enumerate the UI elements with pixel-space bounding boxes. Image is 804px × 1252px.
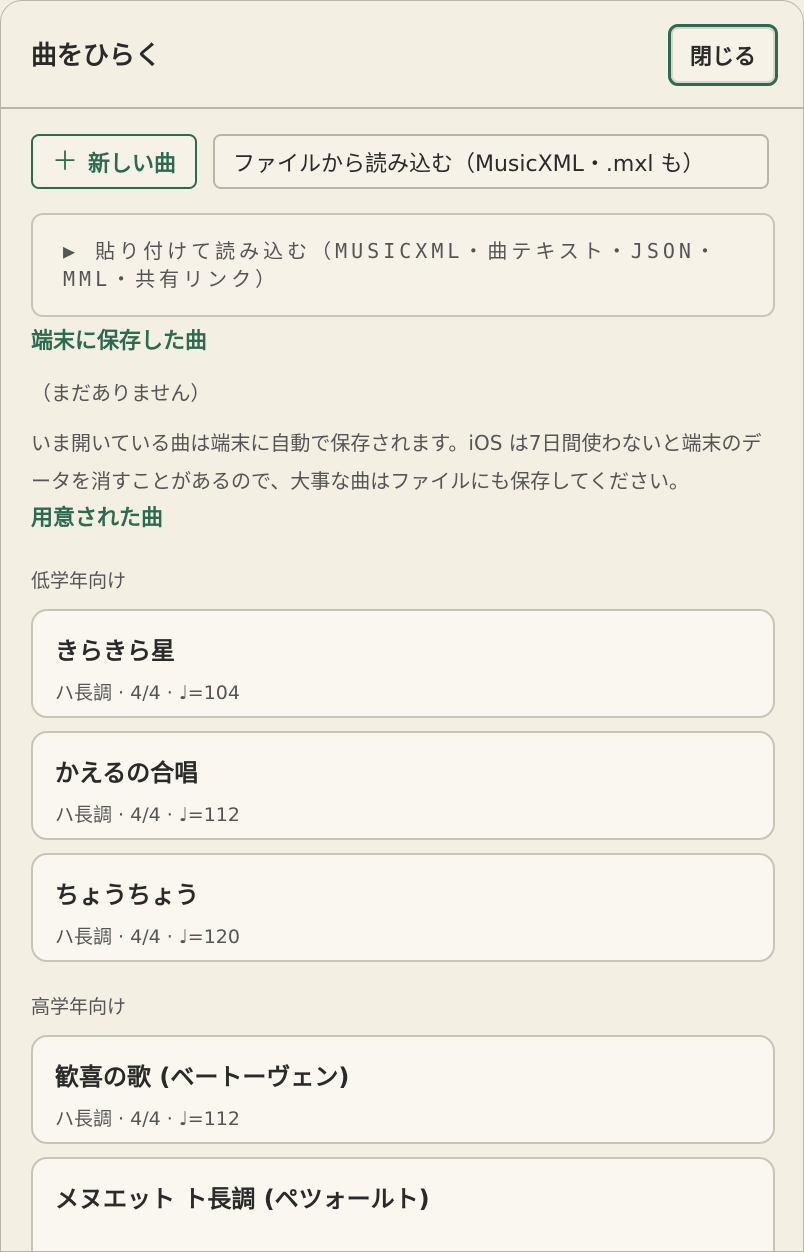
song-card-twinkle[interactable]: きらきら星 ハ長調 · 4/4 · ♩=104 xyxy=(31,609,775,718)
song-title: 歓喜の歌 (ベートーヴェン) xyxy=(55,1063,350,1091)
song-meta: ハ長調 · 4/4 · ♩=120 xyxy=(55,926,240,948)
dialog-title: 曲をひらく xyxy=(31,41,162,71)
group-label-upper: 高学年向け xyxy=(31,996,127,1018)
song-meta: ハ長調 · 4/4 · ♩=112 xyxy=(55,804,240,826)
song-card-minuet-g[interactable]: メヌエット ト長調 (ペツォールト) xyxy=(31,1157,775,1251)
dialog-content: ＋ 新しい曲 ファイルから読み込む（MusicXML・.mxl も） ▶ 貼り付… xyxy=(31,134,775,1251)
saved-songs-empty: （まだありません） xyxy=(31,381,211,405)
close-button[interactable]: 閉じる xyxy=(668,24,778,86)
song-title: ちょうちょう xyxy=(55,881,199,909)
song-title: きらきら星 xyxy=(55,637,175,665)
group-label-lower: 低学年向け xyxy=(31,570,127,592)
autosave-note: いま開いている曲は端末に自動で保存されます。iOS は7日間使わないと端末のデー… xyxy=(31,431,762,493)
song-card-ode-to-joy[interactable]: 歓喜の歌 (ベートーヴェン) ハ長調 · 4/4 · ♩=112 xyxy=(31,1035,775,1144)
preset-songs-heading: 用意された曲 xyxy=(31,506,164,531)
open-song-dialog: 曲をひらく 閉じる ＋ 新しい曲 ファイルから読み込む（MusicXML・.mx… xyxy=(0,0,804,1252)
action-row: ＋ 新しい曲 ファイルから読み込む（MusicXML・.mxl も） xyxy=(31,134,775,189)
new-song-label: 新しい曲 xyxy=(88,151,177,177)
song-meta: ハ長調 · 4/4 · ♩=104 xyxy=(55,682,240,704)
dialog-header: 曲をひらく 閉じる xyxy=(1,1,803,109)
song-title: メヌエット ト長調 (ペツォールト) xyxy=(55,1185,430,1213)
song-meta: ハ長調 · 4/4 · ♩=112 xyxy=(55,1108,240,1130)
saved-songs-heading: 端末に保存した曲 xyxy=(31,329,208,354)
paste-import-toggle[interactable]: ▶ 貼り付けて読み込む（MUSICXML・曲テキスト・JSON・MML・共有リン… xyxy=(31,213,775,317)
plus-icon: ＋ xyxy=(51,146,78,177)
song-card-frog-chorus[interactable]: かえるの合唱 ハ長調 · 4/4 · ♩=112 xyxy=(31,731,775,840)
song-card-butterfly[interactable]: ちょうちょう ハ長調 · 4/4 · ♩=120 xyxy=(31,853,775,962)
load-file-button[interactable]: ファイルから読み込む（MusicXML・.mxl も） xyxy=(213,134,769,189)
song-title: かえるの合唱 xyxy=(55,759,199,787)
new-song-button[interactable]: ＋ 新しい曲 xyxy=(31,134,197,189)
